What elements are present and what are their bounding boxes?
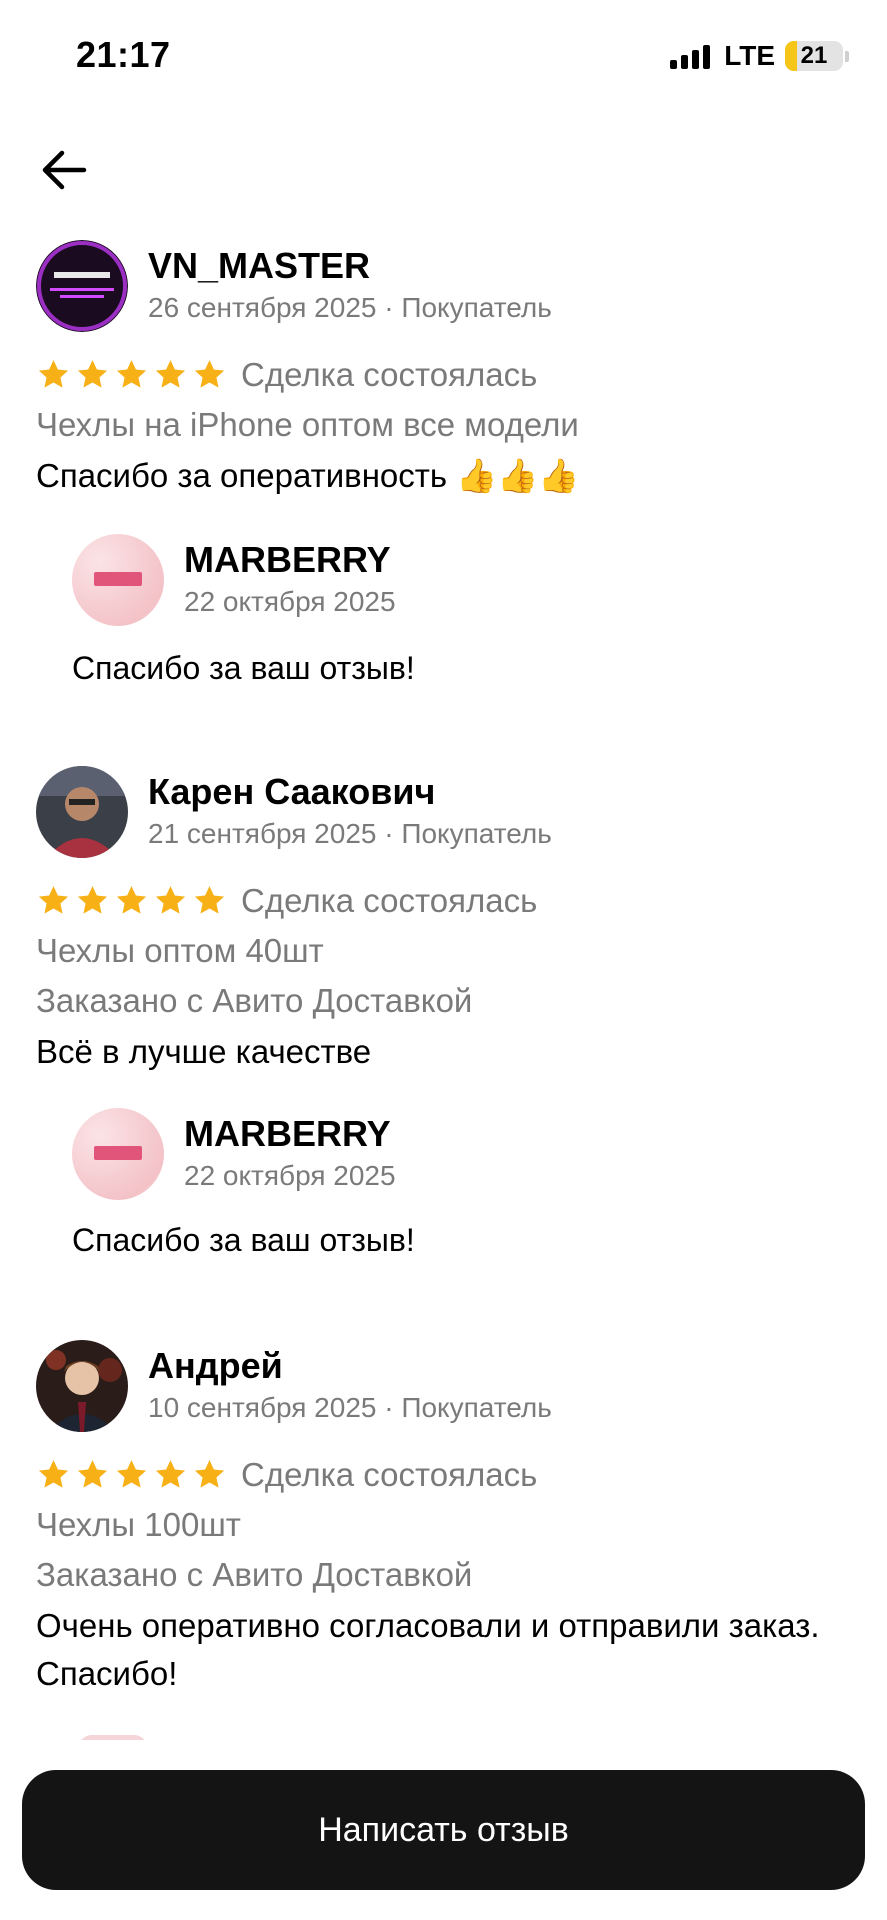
delivery-note: Заказано с Авито Доставкой: [36, 982, 473, 1019]
star-icon: [155, 1460, 186, 1488]
star-icon: [116, 1460, 147, 1488]
review-meta: 21 сентября 2025 · Покупатель: [148, 818, 552, 849]
avatar[interactable]: [36, 1340, 128, 1432]
write-review-button[interactable]: Написать отзыв: [22, 1770, 865, 1890]
star-icon: [38, 886, 69, 914]
status-bar: 21:17 LTE 21: [0, 0, 887, 110]
rating-row: Сделка состоялась: [36, 356, 537, 394]
review-text: Всё в лучше качестве: [36, 1033, 372, 1070]
review-author[interactable]: VN_MASTER: [148, 244, 552, 288]
star-icon: [194, 360, 225, 388]
status-indicators: LTE 21: [670, 40, 849, 72]
status-time: 21:17: [76, 34, 171, 75]
star-icon: [77, 360, 108, 388]
seller-avatar[interactable]: [72, 1108, 164, 1200]
seller-avatar[interactable]: [72, 534, 164, 626]
battery-fill: [785, 41, 798, 71]
star-icon: [38, 1460, 69, 1488]
signal-icon: [670, 43, 711, 69]
review-item: Чехлы оптом 40шт: [36, 932, 324, 969]
review-meta: 26 сентября 2025 · Покупатель: [148, 292, 552, 323]
rating-row: Сделка состоялась: [36, 1456, 537, 1494]
review-author[interactable]: Андрей: [148, 1344, 552, 1388]
back-button[interactable]: [40, 148, 88, 192]
battery-cap: [845, 50, 849, 62]
reply-text: Спасибо за ваш отзыв!: [72, 1222, 415, 1258]
avatar[interactable]: [36, 766, 128, 858]
seller-name[interactable]: MARBERRY: [184, 1112, 396, 1156]
rating-row: Сделка состоялась: [36, 882, 537, 920]
review-text: Очень оперативно согласовали и отправили…: [36, 1607, 820, 1692]
review-author[interactable]: Карен Саакович: [148, 770, 552, 814]
star-icon: [116, 360, 147, 388]
star-icon: [38, 360, 69, 388]
seller-name[interactable]: MARBERRY: [184, 538, 396, 582]
bottom-action-bar: Написать отзыв: [0, 1740, 887, 1920]
reply-text: Спасибо за ваш отзыв!: [72, 650, 415, 686]
review-text: Спасибо за оперативность 👍👍👍: [36, 457, 580, 494]
reply-date: 22 октября 2025: [184, 1160, 396, 1191]
star-icon: [155, 886, 186, 914]
seller-reply-header: MARBERRY 22 октября 2025: [72, 534, 396, 626]
review-item: Чехлы на iPhone оптом все модели: [36, 406, 579, 443]
star-icon: [116, 886, 147, 914]
deal-status: Сделка состоялась: [241, 1456, 538, 1493]
star-icon: [194, 1460, 225, 1488]
avatar[interactable]: [36, 240, 128, 332]
deal-status: Сделка состоялась: [241, 356, 538, 393]
rating-stars: [36, 358, 227, 392]
rating-stars: [36, 884, 227, 918]
reply-date: 22 октября 2025: [184, 586, 396, 617]
review-meta: 10 сентября 2025 · Покупатель: [148, 1392, 552, 1423]
rating-stars: [36, 1458, 227, 1492]
review-item: Чехлы 100шт: [36, 1506, 241, 1543]
battery-icon: 21: [785, 41, 843, 71]
review-header: Карен Саакович 21 сентября 2025 · Покупа…: [36, 766, 552, 858]
battery-percent: 21: [800, 42, 828, 69]
delivery-note: Заказано с Авито Доставкой: [36, 1556, 473, 1593]
seller-reply-header: MARBERRY 22 октября 2025: [72, 1108, 396, 1200]
star-icon: [155, 360, 186, 388]
star-icon: [77, 886, 108, 914]
arrow-left-icon: [42, 150, 87, 190]
deal-status: Сделка состоялась: [241, 882, 538, 919]
star-icon: [77, 1460, 108, 1488]
star-icon: [194, 886, 225, 914]
review-header: VN_MASTER 26 сентября 2025 · Покупатель: [36, 240, 552, 332]
review-header: Андрей 10 сентября 2025 · Покупатель: [36, 1340, 552, 1432]
network-label: LTE: [724, 40, 775, 71]
